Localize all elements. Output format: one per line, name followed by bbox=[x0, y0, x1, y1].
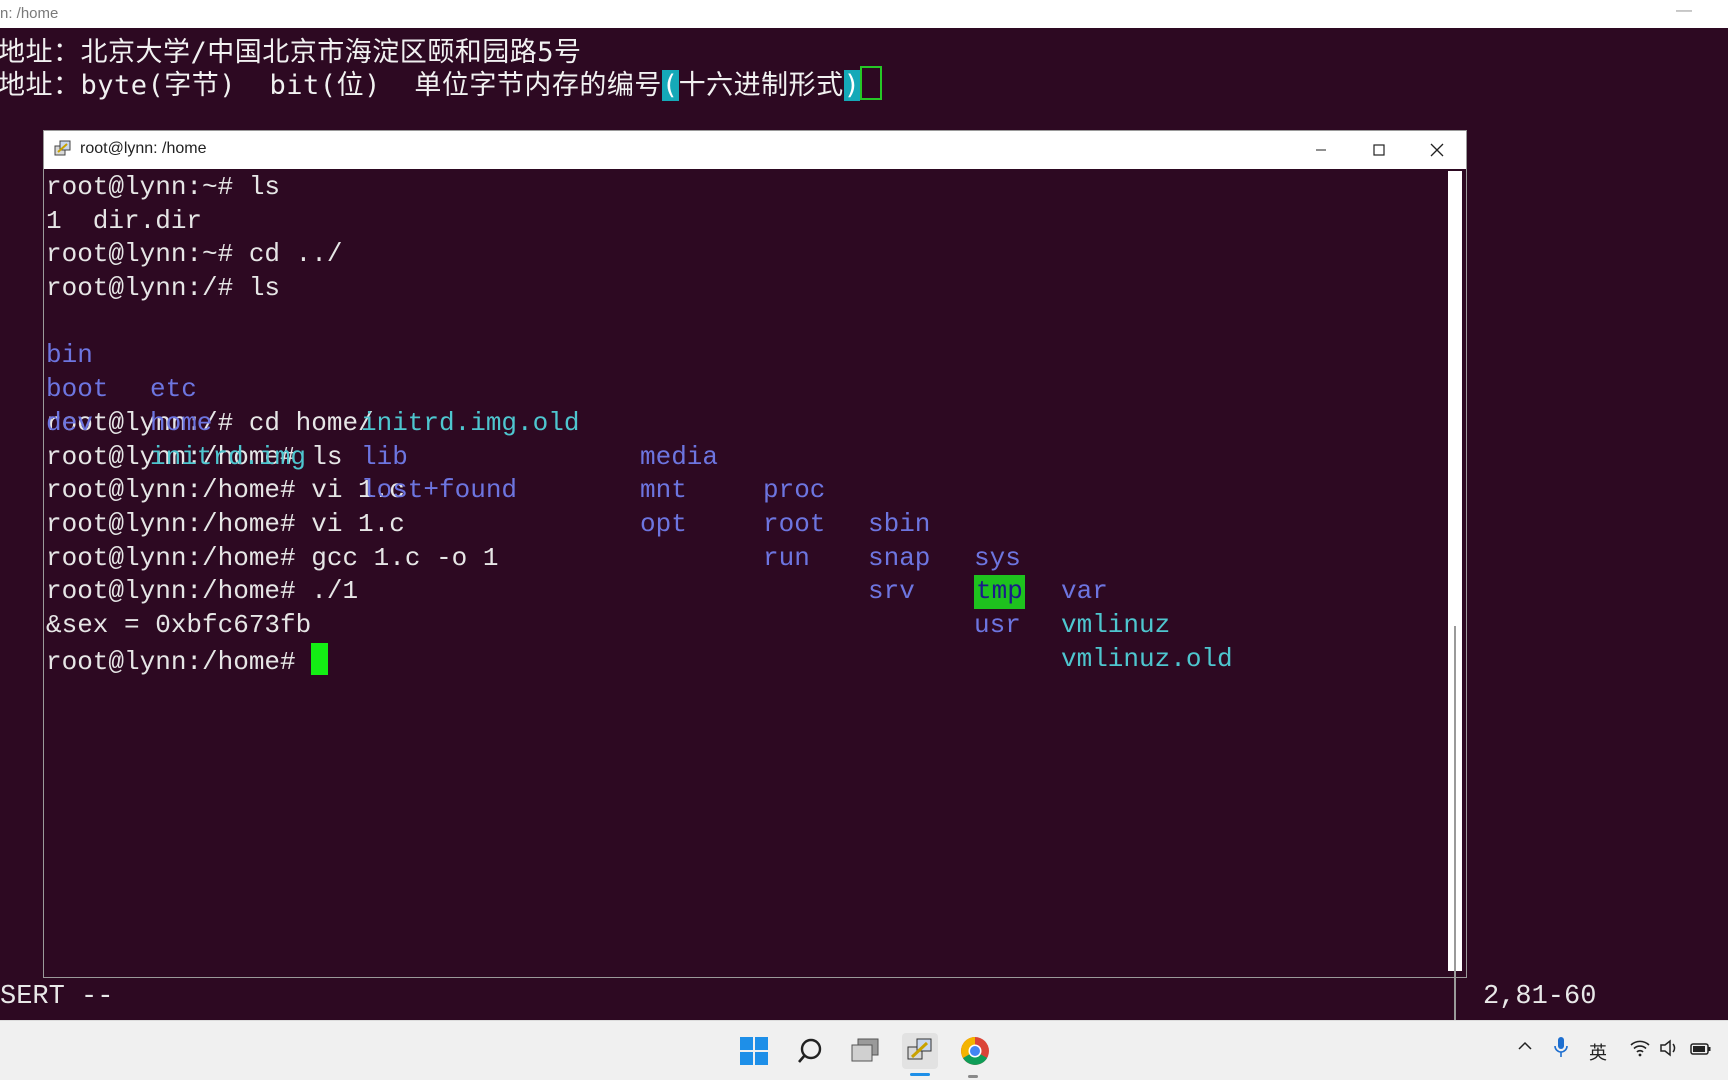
minimize-icon bbox=[1316, 149, 1326, 151]
background-text-line-2: 地址：byte(字节) bit(位) 单位字节内存的编号(十六进制形式) bbox=[0, 63, 883, 102]
terminal-line: root@lynn:/# cd home/ bbox=[46, 407, 374, 438]
link-entry: vmlinuz.old bbox=[1061, 643, 1233, 674]
dir-entry: srv bbox=[868, 576, 915, 607]
ls-row-3: dev initrd.img lost+found opt run srv us… bbox=[46, 373, 1446, 674]
volume-button[interactable] bbox=[1659, 1039, 1679, 1062]
chevron-up-icon bbox=[1518, 1041, 1532, 1050]
show-hidden-icons-button[interactable] bbox=[1517, 1038, 1533, 1059]
dir-entry: root bbox=[763, 508, 826, 539]
close-icon bbox=[1430, 143, 1444, 157]
link-entry: vmlinuz bbox=[1061, 610, 1171, 641]
battery-button[interactable] bbox=[1690, 1039, 1712, 1062]
microphone-button[interactable] bbox=[1553, 1036, 1569, 1063]
task-view-icon bbox=[851, 1038, 879, 1062]
chrome-icon bbox=[961, 1037, 989, 1065]
ls-row-2: boot home lib mnt root snap tmp vmlinuz bbox=[46, 339, 1446, 640]
wifi-icon bbox=[1630, 1040, 1650, 1057]
terminal-titlebar[interactable]: root@lynn: /home bbox=[44, 131, 1466, 169]
dir-entry: opt bbox=[640, 508, 687, 539]
chrome-taskbar-button[interactable] bbox=[957, 1033, 993, 1069]
maximize-icon bbox=[1373, 144, 1385, 156]
running-indicator bbox=[968, 1075, 978, 1078]
terminal-line: root@lynn:/# ls bbox=[46, 273, 281, 304]
terminal-line: root@lynn:~# cd ../ bbox=[46, 239, 343, 270]
terminal-scrollbar[interactable] bbox=[1448, 171, 1462, 1051]
dir-entry: media bbox=[640, 441, 719, 472]
task-view-button[interactable] bbox=[847, 1033, 883, 1069]
dir-entry: lost+found bbox=[361, 475, 518, 506]
search-icon bbox=[798, 1038, 822, 1063]
putty-taskbar-button[interactable] bbox=[902, 1033, 938, 1069]
taskbar: 英 bbox=[0, 1020, 1728, 1080]
windows-start-icon bbox=[740, 1037, 768, 1065]
vim-cursor-position: 2,81-60 bbox=[1483, 982, 1597, 1012]
dir-entry-tmp: tmp bbox=[974, 575, 1025, 610]
putty-icon bbox=[907, 1038, 932, 1060]
search-button[interactable] bbox=[792, 1033, 828, 1069]
ime-indicator[interactable]: 英 bbox=[1589, 1039, 1607, 1065]
ls-row-1: bin etc initrd.img.old media proc sbin s… bbox=[46, 306, 1446, 606]
dir-entry: home bbox=[150, 407, 213, 438]
terminal-output[interactable]: root@lynn:~# ls 1 dir.dir root@lynn:~# c… bbox=[46, 171, 1446, 971]
dir-entry: snap bbox=[868, 542, 931, 573]
dir-entry: run bbox=[763, 542, 810, 573]
dir-entry: sbin bbox=[868, 508, 931, 539]
dir-entry: sys bbox=[974, 542, 1021, 573]
minimize-icon[interactable]: — bbox=[1676, 2, 1692, 20]
dir-entry: var bbox=[1061, 576, 1108, 607]
vim-mode-status: SERT -- bbox=[0, 982, 114, 1012]
battery-icon bbox=[1690, 1043, 1711, 1055]
link-entry: initrd.img.old bbox=[361, 407, 580, 438]
putty-icon bbox=[54, 140, 71, 156]
paren-close-highlight: ) bbox=[843, 70, 861, 101]
terminal-line: &sex = 0xbfc673fb bbox=[46, 609, 312, 640]
terminal-cursor bbox=[311, 642, 329, 675]
vim-cursor bbox=[860, 66, 883, 100]
terminal-prompt-line[interactable]: root@lynn:/home# bbox=[46, 642, 1446, 677]
line2-prefix: 地址：byte(字节) bit(位) 单位字节内存的编号 bbox=[0, 70, 662, 101]
active-indicator bbox=[910, 1073, 930, 1076]
terminal-title: root@lynn: /home bbox=[80, 140, 207, 157]
link-entry: initrd.img bbox=[150, 441, 307, 472]
wifi-button[interactable] bbox=[1630, 1039, 1650, 1062]
terminal-window[interactable]: root@lynn: /home root@lynn:~# ls 1 dir.d… bbox=[43, 130, 1467, 1051]
dir-entry: dev bbox=[46, 407, 93, 438]
line2-middle: 十六进制形式 bbox=[678, 70, 844, 101]
terminal-line: root@lynn:/home# vi 1.c bbox=[46, 508, 405, 539]
volume-icon bbox=[1660, 1039, 1676, 1057]
background-window-title: n: /home bbox=[0, 5, 59, 22]
terminal-line: root@lynn:~# ls bbox=[46, 172, 281, 202]
paren-open-highlight: ( bbox=[661, 70, 679, 101]
terminal-line: root@lynn:/home# vi 1.c bbox=[46, 475, 405, 506]
microphone-icon bbox=[1554, 1037, 1568, 1057]
windows-start-button[interactable] bbox=[736, 1033, 772, 1069]
dir-entry: usr bbox=[974, 610, 1021, 641]
terminal-line: root@lynn:/home# ./1 bbox=[46, 576, 359, 607]
close-button[interactable] bbox=[1408, 131, 1466, 169]
maximize-button[interactable] bbox=[1350, 131, 1408, 169]
background-window-titlebar[interactable]: n: /home — bbox=[0, 0, 1728, 28]
dir-entry: proc bbox=[763, 475, 826, 506]
terminal-line: 1 dir.dir bbox=[46, 205, 203, 236]
minimize-button[interactable] bbox=[1292, 131, 1350, 169]
scrollbar-thumb[interactable] bbox=[1454, 626, 1456, 1051]
dir-entry: lib bbox=[361, 441, 408, 472]
dir-entry: mnt bbox=[640, 475, 687, 506]
terminal-line: root@lynn:/home# gcc 1.c -o 1 bbox=[46, 542, 499, 573]
